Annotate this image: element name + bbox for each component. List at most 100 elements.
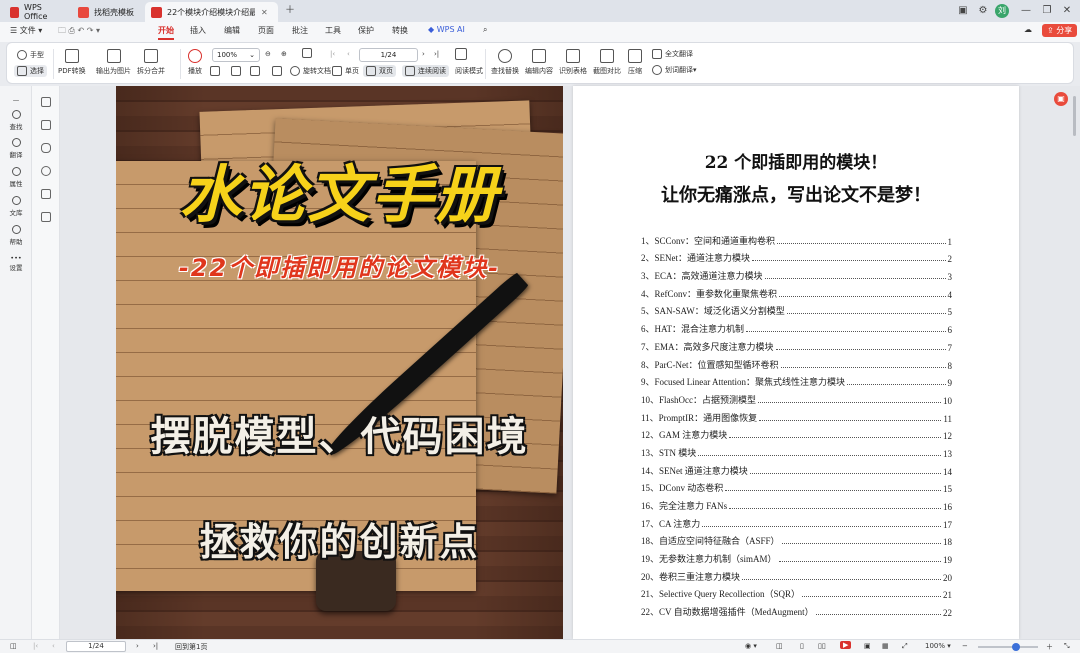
double-page-status-icon[interactable]: ▯▯ (818, 642, 826, 650)
toc-entry[interactable]: 22、CV 自动数据增强插件（MedAugment） 22 (641, 600, 952, 618)
rail-find[interactable]: 查找 (0, 110, 32, 131)
rail-properties[interactable]: 属性 (0, 167, 32, 188)
next-page-icon[interactable]: › (422, 50, 425, 58)
attachment-icon[interactable] (41, 166, 51, 176)
close-window-icon[interactable]: ✕ (1060, 4, 1074, 18)
toc-entry[interactable]: 12、GAM 注意力模块 12 (641, 424, 952, 441)
zoom-slider-handle[interactable] (1012, 643, 1020, 651)
first-page-icon[interactable]: |‹ (330, 50, 335, 58)
hand-tool-button[interactable]: 手型 (17, 50, 44, 60)
scrollbar[interactable] (1073, 96, 1076, 136)
toc-entry[interactable]: 18、自适应空间特征融合（ASFF） 18 (641, 530, 952, 547)
last-page-icon[interactable]: ›| (153, 642, 158, 650)
grid-view-icon[interactable]: ▦ (882, 642, 889, 650)
view-mode-icon[interactable]: ▣ (864, 642, 871, 650)
zoom-in-icon[interactable]: ⊕ (281, 50, 287, 58)
continuous-read-button[interactable]: 连续阅读 (402, 65, 449, 77)
rail-translate[interactable]: 翻译 (0, 138, 32, 159)
rail-help[interactable]: 帮助 (0, 225, 32, 246)
fullscreen-icon[interactable]: ⤢ (902, 642, 908, 651)
select-tool-button[interactable]: 选择 (14, 65, 47, 77)
signature-icon[interactable] (41, 189, 51, 199)
fit-icon[interactable]: ⤡ (1064, 642, 1070, 651)
menu-comment[interactable]: 批注 (292, 25, 308, 36)
layers-icon[interactable] (41, 212, 51, 222)
toc-entry[interactable]: 10、FlashOcc：占据预测模型 10 (641, 388, 952, 406)
compress-button[interactable]: 压缩 (628, 49, 642, 76)
single-page-status-icon[interactable]: ▯ (800, 642, 804, 650)
fit-width-status-icon[interactable]: ◫ (776, 642, 783, 650)
single-page-button[interactable]: 单页 (332, 66, 359, 76)
menu-page[interactable]: 页面 (258, 25, 274, 36)
pdf-convert-button[interactable]: PDF转换 (58, 49, 86, 76)
menu-start[interactable]: 开始 (158, 25, 174, 40)
close-tab-icon[interactable]: ✕ (261, 8, 268, 17)
window-layout-icon[interactable]: ▣ (956, 4, 970, 18)
comment-icon[interactable] (41, 143, 51, 153)
word-translate-button[interactable]: 划词翻译 ▾ (652, 65, 697, 75)
screenshot-compare-button[interactable]: 截图对比 (593, 49, 621, 76)
settings-icon[interactable]: ⚙ (976, 4, 990, 18)
tab-template[interactable]: 找稻壳模板 (72, 2, 140, 22)
play-button[interactable]: 播放 (188, 49, 202, 76)
next-page-icon[interactable]: › (136, 642, 139, 650)
rail-library[interactable]: 文库 (0, 196, 32, 217)
menu-insert[interactable]: 插入 (190, 25, 206, 36)
last-page-icon[interactable]: ›| (434, 50, 439, 58)
split-merge-button[interactable]: 拆分合并 (137, 49, 165, 76)
toc-entry[interactable]: 19、无参数注意力机制（simAM） 19 (641, 547, 952, 565)
edit-content-button[interactable]: 编辑内容 (525, 49, 553, 76)
menu-protect[interactable]: 保护 (358, 25, 374, 36)
zoom-out-icon[interactable]: ⊖ (265, 50, 271, 58)
fit-page-icon[interactable] (302, 48, 312, 58)
double-page-button[interactable]: 双页 (363, 65, 396, 77)
toc-entry[interactable]: 5、SAN-SAW：域泛化语义分割模型 5 (641, 300, 952, 317)
full-translate-button[interactable]: 全文翻译 (652, 49, 693, 59)
status-page-input[interactable]: 1/24 (66, 641, 126, 652)
quick-access-icons[interactable]: 🗀 ⎙ ↶ ↷ ▾ (58, 25, 100, 39)
read-mode-button[interactable]: 阅读模式 (455, 66, 483, 76)
toc-entry[interactable]: 8、ParC-Net：位置感知型循环卷积 8 (641, 353, 952, 371)
fit-height-icon[interactable] (250, 66, 260, 76)
avatar[interactable]: 刘 (995, 4, 1009, 18)
minimize-icon[interactable]: — (1019, 4, 1033, 18)
menu-wps-ai[interactable]: ◆ WPS AI (428, 25, 465, 34)
cloud-icon[interactable]: ☁ (1024, 25, 1032, 34)
crop-icon[interactable] (231, 66, 241, 76)
book-icon[interactable] (455, 48, 467, 60)
toc-entry[interactable]: 9、Focused Linear Attention：聚焦式线性注意力模块 9 (641, 371, 952, 388)
actual-size-icon[interactable] (272, 66, 282, 76)
toc-entry[interactable]: 1、SCConv：空间和通道重构卷积 1 (641, 229, 952, 247)
share-button[interactable]: ⇪ 分享 (1042, 24, 1078, 37)
toc-entry[interactable]: 20、卷积三重注意力模块 20 (641, 565, 952, 583)
export-image-button[interactable]: 输出为图片 (96, 49, 131, 76)
toc-entry[interactable]: 6、HAT：混合注意力机制 6 (641, 317, 952, 335)
toc-entry[interactable]: 11、PromptIR：通用图像恢复 11 (641, 406, 952, 424)
bookmark-icon[interactable] (41, 97, 51, 107)
tab-document[interactable]: 22个模块介绍模块介绍最新在... ✕ (145, 2, 278, 22)
zoom-slider[interactable] (978, 646, 1038, 648)
zoom-out-icon[interactable]: − (962, 642, 968, 650)
toc-entry[interactable]: 7、EMA：高效多尺度注意力模块 7 (641, 335, 952, 353)
toc-entry[interactable]: 4、RefConv：重参数化重聚焦卷积 4 (641, 282, 952, 300)
find-replace-button[interactable]: 查找替换 (491, 49, 519, 76)
menu-convert[interactable]: 转换 (392, 25, 408, 36)
page-number-input[interactable]: 1/24 (359, 48, 418, 62)
prev-page-icon[interactable]: ‹ (52, 642, 55, 650)
play-status-icon[interactable]: ▶ (840, 641, 852, 649)
first-page-icon[interactable]: |‹ (33, 642, 38, 650)
prev-page-icon[interactable]: ‹ (347, 50, 350, 58)
menu-file[interactable]: ☰ 文件 ▾ (10, 25, 42, 36)
menu-edit[interactable]: 编辑 (224, 25, 240, 36)
toc-entry[interactable]: 16、完全注意力 FANs 16 (641, 494, 952, 512)
eye-icon[interactable]: ◉ ▾ (745, 642, 757, 650)
tab-wps-office[interactable]: WPS Office (4, 2, 66, 22)
menu-tools[interactable]: 工具 (325, 25, 341, 36)
toc-entry[interactable]: 17、CA 注意力 17 (641, 512, 952, 530)
toc-entry[interactable]: 15、DConv 动态卷积 15 (641, 477, 952, 494)
search-icon[interactable]: ⌕ (483, 25, 487, 35)
fit-width-icon[interactable] (210, 66, 220, 76)
toc-entry[interactable]: 14、SENet 通道注意力模块 14 (641, 459, 952, 477)
new-tab-icon[interactable]: ＋ (283, 4, 297, 18)
toc-entry[interactable]: 13、STN 模块 13 (641, 441, 952, 459)
